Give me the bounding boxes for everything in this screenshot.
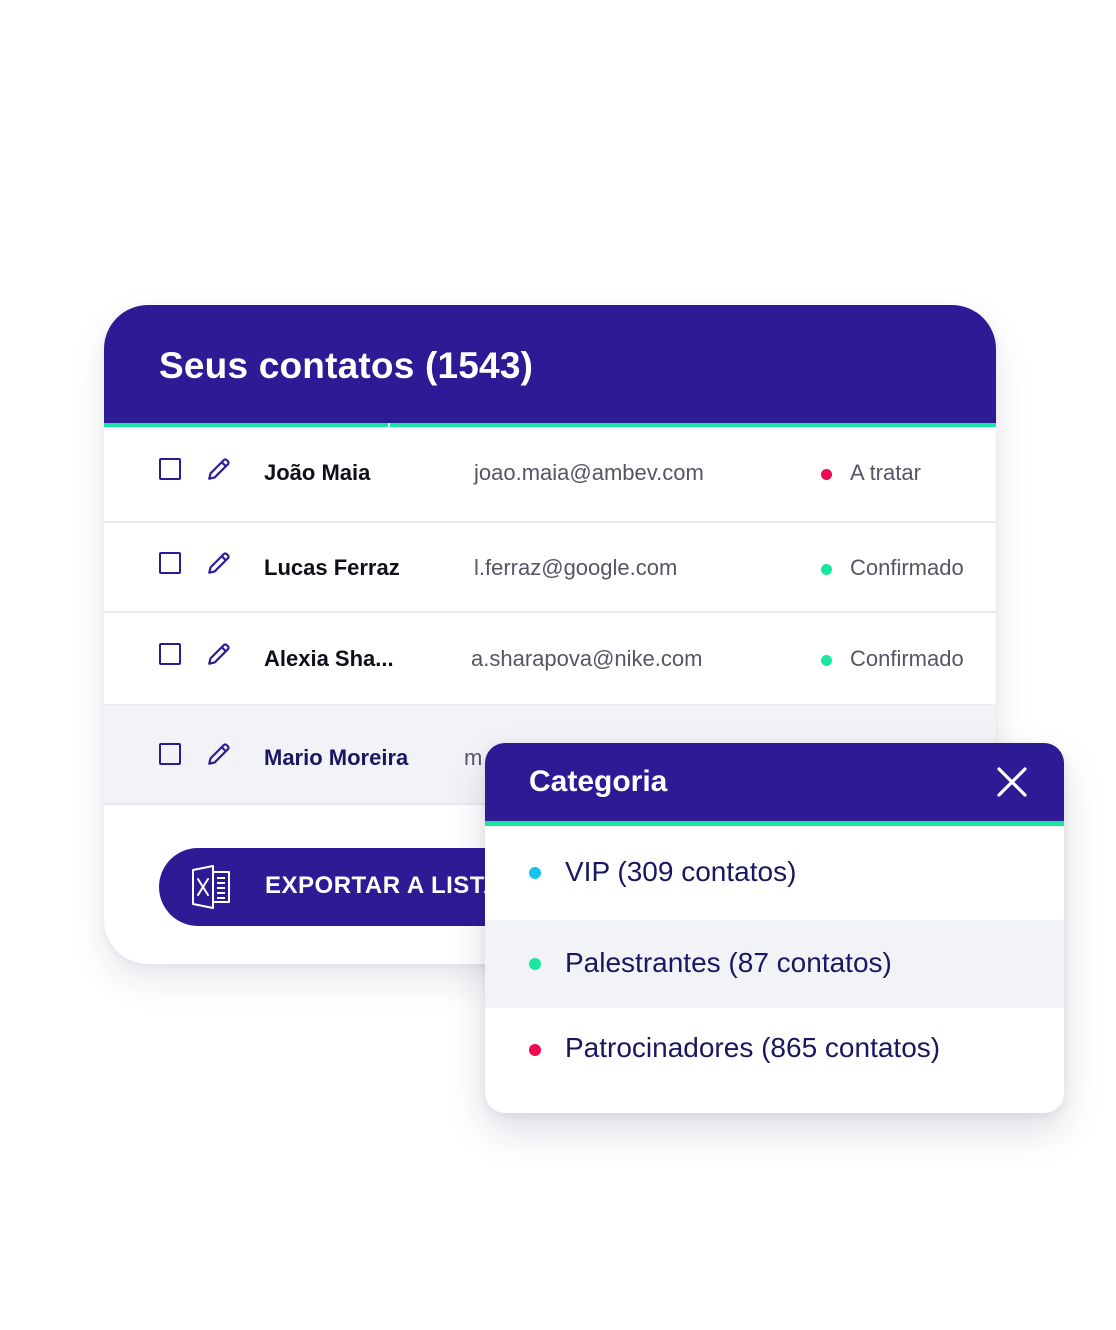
contact-status: Confirmado — [850, 646, 964, 671]
close-icon[interactable] — [995, 765, 1029, 799]
row-checkbox[interactable] — [159, 643, 181, 665]
contact-email: joao.maia@ambev.com — [474, 460, 704, 485]
status-dot — [821, 655, 832, 666]
row-checkbox[interactable] — [159, 458, 181, 480]
category-option-patrocinadores[interactable]: Patrocinadores (865 contatos) — [485, 1008, 1064, 1094]
category-option-palestrantes[interactable]: Palestrantes (87 contatos) — [485, 920, 1064, 1008]
category-popup: Categoria VIP (309 contatos) Palestrante… — [485, 743, 1064, 1113]
status-dot — [821, 564, 832, 575]
contact-status: A tratar — [850, 460, 921, 485]
edit-pencil-icon[interactable] — [206, 456, 232, 482]
edit-pencil-icon[interactable] — [206, 550, 232, 576]
contact-email: m — [464, 745, 483, 770]
contact-email: l.ferraz@google.com — [474, 555, 678, 580]
category-option-label: VIP (309 contatos) — [565, 856, 797, 887]
contact-row[interactable]: Lucas Ferraz l.ferraz@google.com Confirm… — [104, 521, 996, 613]
category-dot — [529, 867, 541, 879]
row-checkbox[interactable] — [159, 552, 181, 574]
contact-row[interactable]: João Maia joao.maia@ambev.com A tratar — [104, 427, 996, 523]
export-button-label: EXPORTAR A LISTA — [265, 872, 501, 899]
category-option-label: Palestrantes (87 contatos) — [565, 947, 892, 978]
edit-pencil-icon[interactable] — [206, 641, 232, 667]
category-title: Categoria — [529, 765, 668, 798]
contact-row[interactable]: Alexia Sha... a.sharapova@nike.com Confi… — [104, 612, 996, 706]
category-option-vip[interactable]: VIP (309 contatos) — [485, 826, 1064, 920]
category-dot — [529, 1044, 541, 1056]
row-checkbox[interactable] — [159, 743, 181, 765]
contacts-title: Seus contatos (1543) — [159, 345, 534, 386]
contact-email: a.sharapova@nike.com — [471, 646, 703, 671]
status-dot — [821, 469, 832, 480]
category-header: Categoria — [485, 743, 1064, 821]
edit-pencil-icon[interactable] — [206, 741, 232, 767]
contact-name: Mario Moreira — [264, 745, 409, 770]
contact-name: João Maia — [264, 460, 371, 485]
excel-icon — [192, 865, 230, 909]
contact-name: Lucas Ferraz — [264, 555, 400, 580]
contacts-header: Seus contatos (1543) — [104, 305, 996, 423]
contact-status: Confirmado — [850, 555, 964, 580]
category-option-label: Patrocinadores (865 contatos) — [565, 1032, 941, 1063]
contact-name: Alexia Sha... — [264, 646, 394, 671]
category-dot — [529, 958, 541, 970]
